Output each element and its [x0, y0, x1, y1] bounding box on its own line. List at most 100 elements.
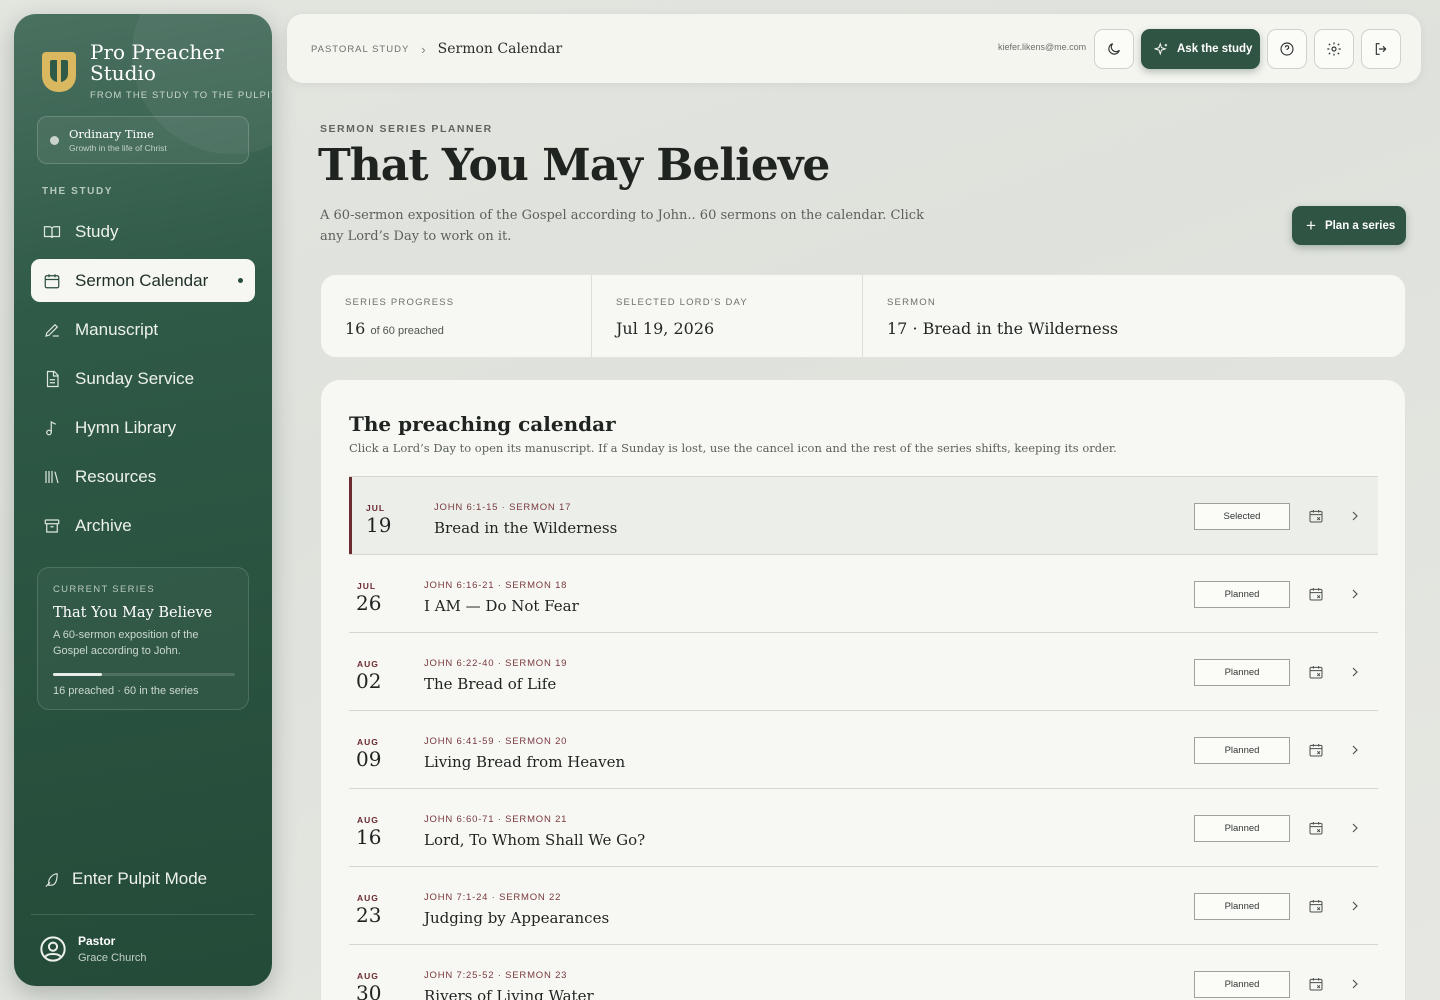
cancel-sunday-button[interactable]: [1308, 820, 1324, 836]
calendar-row[interactable]: AUG 09 JOHN 6:41-59 · SERMON 20 Living B…: [349, 711, 1378, 789]
row-status-badge[interactable]: Planned: [1194, 971, 1290, 998]
liturgical-season[interactable]: Ordinary Time Growth in the life of Chri…: [37, 116, 249, 164]
chevron-right-icon: [1352, 589, 1358, 599]
calendar-cancel-icon: [1309, 666, 1323, 679]
dark-mode-toggle[interactable]: [1094, 29, 1134, 69]
calendar-row[interactable]: JUL 19 JOHN 6:1-15 · SERMON 17 Bread in …: [349, 477, 1378, 555]
ask-the-study-button[interactable]: Ask the study: [1141, 29, 1260, 69]
row-status-badge[interactable]: Planned: [1194, 893, 1290, 920]
row-status-badge[interactable]: Planned: [1194, 815, 1290, 842]
open-manuscript-button[interactable]: [1347, 742, 1363, 758]
row-sermon-title: Living Bread from Heaven: [424, 753, 626, 771]
row-scripture-ref: JOHN 6:60-71 · SERMON 21: [424, 814, 568, 825]
active-indicator-icon: [238, 278, 243, 283]
row-status-badge[interactable]: Planned: [1194, 737, 1290, 764]
stat-series-progress: SERIES PROGRESS 16 of 60 preached: [321, 275, 592, 357]
brand[interactable]: Pro Preacher Studio FROM THE STUDY TO TH…: [42, 42, 272, 101]
open-manuscript-button[interactable]: [1347, 820, 1363, 836]
calendar-cancel-icon: [1309, 588, 1323, 601]
sign-out-button[interactable]: [1361, 29, 1401, 69]
user-name: Pastor: [78, 934, 116, 948]
current-series-title: That You May Believe: [53, 605, 213, 621]
sidebar-item-label: Archive: [75, 515, 132, 535]
stat-value: Jul 19, 2026: [616, 319, 715, 338]
row-scripture-ref: JOHN 6:1-15 · SERMON 17: [434, 502, 572, 513]
user-email: kiefer.likens@me.com: [998, 42, 1087, 52]
series-progress-bar: [53, 673, 235, 676]
music-note-icon: [46, 420, 57, 435]
sidebar-item-sunday-service[interactable]: Sunday Service: [31, 357, 255, 400]
sidebar-nav: Study Sermon Calendar Manuscript Sunday …: [31, 210, 255, 553]
row-day: 09: [356, 747, 382, 771]
calendar-title: The preaching calendar: [349, 412, 616, 436]
breadcrumb: PASTORAL STUDY › Sermon Calendar: [311, 41, 562, 57]
chevron-right-icon: [1352, 901, 1358, 911]
row-month: JUL: [357, 581, 377, 591]
sidebar-item-resources[interactable]: Resources: [31, 455, 255, 498]
calendar-description: Click a Lord’s Day to open its manuscrip…: [349, 441, 1117, 455]
sidebar-item-hymn-library[interactable]: Hymn Library: [31, 406, 255, 449]
open-manuscript-button[interactable]: [1347, 976, 1363, 992]
calendar-row[interactable]: AUG 16 JOHN 6:60-71 · SERMON 21 Lord, To…: [349, 789, 1378, 867]
stat-sermon: SERMON 17 · Bread in the Wilderness: [863, 275, 1405, 357]
calendar-rows: JUL 19 JOHN 6:1-15 · SERMON 17 Bread in …: [349, 476, 1378, 1000]
page-eyebrow: SERMON SERIES PLANNER: [320, 123, 493, 135]
user-profile[interactable]: Pastor Grace Church: [39, 934, 146, 964]
breadcrumb-root[interactable]: PASTORAL STUDY: [311, 44, 409, 55]
open-manuscript-button[interactable]: [1347, 508, 1363, 524]
current-series-card[interactable]: CURRENT SERIES That You May Believe A 60…: [37, 567, 249, 710]
pulpit-mode-label: Enter Pulpit Mode: [72, 869, 208, 888]
open-manuscript-button[interactable]: [1347, 586, 1363, 602]
chevron-right-icon: [1352, 979, 1358, 989]
chevron-right-icon: [1352, 745, 1358, 755]
settings-button[interactable]: [1314, 29, 1354, 69]
row-day: 19: [366, 513, 392, 537]
chevron-right-icon: [1352, 511, 1358, 521]
row-status-badge[interactable]: Planned: [1194, 659, 1290, 686]
row-status-badge[interactable]: Selected: [1194, 503, 1290, 530]
sidebar: Pro Preacher Studio FROM THE STUDY TO TH…: [14, 14, 272, 986]
open-manuscript-button[interactable]: [1347, 898, 1363, 914]
calendar-row[interactable]: JUL 26 JOHN 6:16-21 · SERMON 18 I AM — D…: [349, 555, 1378, 633]
season-dot-icon: [50, 135, 59, 145]
brand-tagline: FROM THE STUDY TO THE PULPIT: [90, 90, 272, 101]
help-icon: [1280, 42, 1294, 56]
calendar-row[interactable]: AUG 23 JOHN 7:1-24 · SERMON 22 Judging b…: [349, 867, 1378, 945]
row-day: 16: [356, 825, 382, 849]
calendar-row[interactable]: AUG 02 JOHN 6:22-40 · SERMON 19 The Brea…: [349, 633, 1378, 711]
season-subtitle: Growth in the life of Christ: [69, 143, 167, 153]
row-status-badge[interactable]: Planned: [1194, 581, 1290, 608]
cancel-sunday-button[interactable]: [1308, 742, 1324, 758]
nav-section-label: THE STUDY: [42, 186, 114, 197]
season-title: Ordinary Time: [69, 127, 154, 141]
open-manuscript-button[interactable]: [1347, 664, 1363, 680]
cancel-sunday-button[interactable]: [1308, 976, 1324, 992]
moon-icon: [1108, 43, 1120, 55]
sidebar-item-study[interactable]: Study: [31, 210, 255, 253]
document-icon: [46, 370, 59, 387]
help-button[interactable]: [1267, 29, 1307, 69]
sidebar-item-archive[interactable]: Archive: [31, 504, 255, 547]
current-series-stat: 16 preached · 60 in the series: [53, 685, 199, 697]
cancel-sunday-button[interactable]: [1308, 586, 1324, 602]
calendar-cancel-icon: [1309, 978, 1323, 991]
plan-series-button[interactable]: + Plan a series: [1292, 206, 1406, 245]
feather-pen-icon: [45, 872, 58, 887]
row-day: 23: [356, 903, 382, 927]
sidebar-item-label: Sermon Calendar: [75, 270, 209, 290]
sidebar-item-label: Sunday Service: [75, 368, 195, 388]
chevron-right-icon: [1352, 823, 1358, 833]
library-icon: [45, 470, 59, 483]
stat-value: 16 of 60 preached: [345, 319, 567, 338]
cancel-sunday-button[interactable]: [1308, 898, 1324, 914]
sidebar-item-sermon-calendar[interactable]: Sermon Calendar: [31, 259, 255, 302]
sidebar-item-manuscript[interactable]: Manuscript: [31, 308, 255, 351]
ask-label: Ask the study: [1177, 43, 1253, 55]
series-stats: SERIES PROGRESS 16 of 60 preached SELECT…: [320, 274, 1406, 358]
row-month: AUG: [357, 815, 379, 825]
cancel-sunday-button[interactable]: [1308, 508, 1324, 524]
sidebar-divider: [31, 914, 255, 915]
enter-pulpit-mode-button[interactable]: Enter Pulpit Mode: [43, 869, 207, 889]
cancel-sunday-button[interactable]: [1308, 664, 1324, 680]
calendar-row[interactable]: AUG 30 JOHN 7:25-52 · SERMON 23 Rivers o…: [349, 945, 1378, 1000]
